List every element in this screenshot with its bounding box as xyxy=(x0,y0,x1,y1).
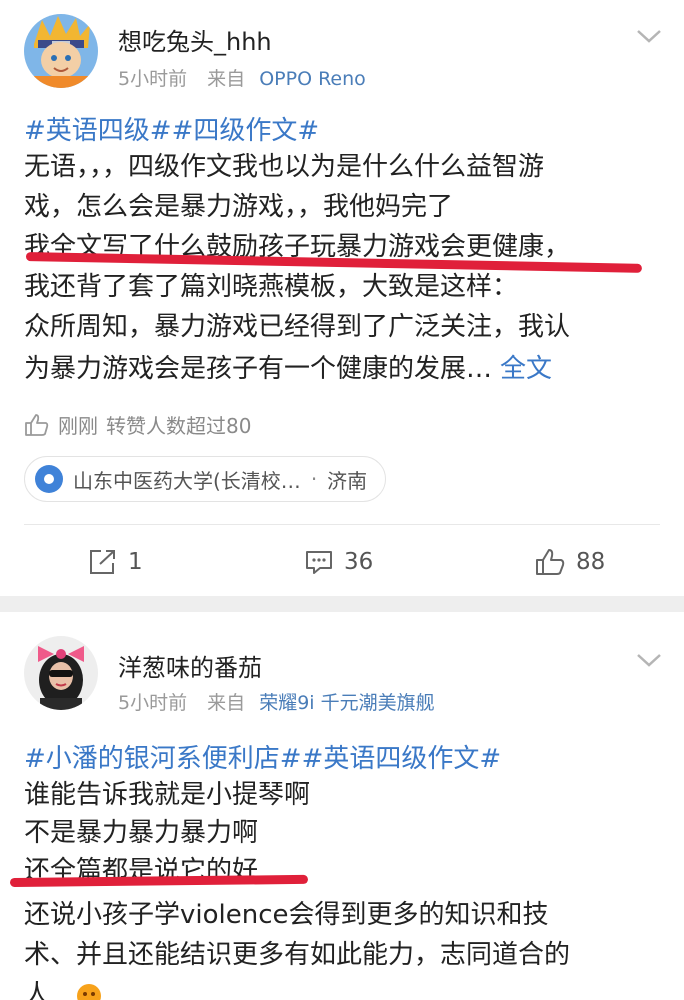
source-prefix: 来自 xyxy=(207,68,246,90)
avatar[interactable] xyxy=(24,636,98,710)
source-prefix: 来自 xyxy=(207,692,246,714)
source-device[interactable]: 荣耀9i 千元潮美旗舰 xyxy=(259,692,434,714)
post-time: 5小时前 xyxy=(118,692,188,714)
post-text-line: 人 xyxy=(24,982,102,1000)
username[interactable]: 想吃兔头_hhh xyxy=(118,22,272,57)
repost-count: 1 xyxy=(128,549,143,575)
post-text-line: 术、并且还能结识更多有如此能力，志同道合的 xyxy=(24,940,571,970)
post-text-last: 人 xyxy=(24,980,51,1000)
emoji-icon xyxy=(77,983,102,1000)
post-time: 5小时前 xyxy=(118,68,188,90)
comment-icon xyxy=(306,551,332,574)
source-device[interactable]: OPPO Reno xyxy=(259,68,366,90)
post-text-line: 我还背了套了篇刘晓燕模板，大致是这样： xyxy=(24,272,519,302)
comment-count: 36 xyxy=(344,549,374,575)
location-chip[interactable]: 山东中医药大学(长清校… · 济南 xyxy=(24,456,387,502)
post-text-line: 还说小孩子学violence会得到更多的知识和技 xyxy=(24,900,549,930)
post-separator xyxy=(0,596,684,612)
location-name: 山东中医药大学(长清校… xyxy=(73,468,301,493)
chevron-down-icon[interactable] xyxy=(636,28,662,44)
full-text-link[interactable]: 全文 xyxy=(500,354,552,384)
post-text-line: 戏，怎么会是暴力游戏，，我他妈完了 xyxy=(24,192,454,222)
divider xyxy=(24,524,660,525)
post-text-line: 谁能告诉我就是小提琴啊 xyxy=(24,780,311,810)
weibo-post-2: 洋葱味的番茄 5小时前 来自 荣耀9i 千元潮美旗舰 #小潘的银河系便利店##英… xyxy=(0,612,684,1000)
post-text-line: 为暴力游戏会是孩子有一个健康的发展… 全文 xyxy=(24,356,552,382)
location-separator: · xyxy=(310,467,318,491)
repost-button[interactable]: 1 xyxy=(88,544,143,580)
hashtags[interactable]: #英语四级##四级作文# xyxy=(24,110,319,147)
thumbs-up-icon xyxy=(536,549,565,575)
repost-icon xyxy=(90,550,115,574)
comment-button[interactable]: 36 xyxy=(304,544,373,580)
thumbs-up-icon xyxy=(25,413,49,436)
post-meta: 5小时前 来自 荣耀9i 千元潮美旗舰 xyxy=(118,688,435,715)
post-text-line: 无语，，，四级作文我也以为是什么什么益智游 xyxy=(24,152,545,182)
like-button[interactable]: 88 xyxy=(534,544,605,580)
post-meta: 5小时前 来自 OPPO Reno xyxy=(118,64,366,91)
avatar-girl-icon xyxy=(24,636,98,710)
location-pin-icon xyxy=(35,465,63,493)
status-time: 刚刚 xyxy=(58,414,98,438)
weibo-post-1: 想吃兔头_hhh 5小时前 来自 OPPO Reno #英语四级##四级作文# … xyxy=(0,0,684,596)
avatar-naruto-icon xyxy=(24,14,98,88)
like-count: 88 xyxy=(576,549,606,575)
location-city: 济南 xyxy=(327,468,368,493)
red-underline-mark xyxy=(9,874,309,887)
post-text-line: 不是暴力暴力暴力啊 xyxy=(24,818,259,848)
hashtags[interactable]: #小潘的银河系便利店##英语四级作文# xyxy=(24,738,501,775)
username[interactable]: 洋葱味的番茄 xyxy=(118,648,262,683)
post-text-last: 为暴力游戏会是孩子有一个健康的发展… xyxy=(24,354,493,384)
chevron-down-icon[interactable] xyxy=(636,652,662,668)
status-row: 刚刚 转赞人数超过80 xyxy=(24,410,251,439)
post-text-line: 众所周知，暴力游戏已经得到了广泛关注，我认 xyxy=(24,312,571,342)
status-text: 转赞人数超过80 xyxy=(106,414,252,438)
avatar[interactable] xyxy=(24,14,98,88)
